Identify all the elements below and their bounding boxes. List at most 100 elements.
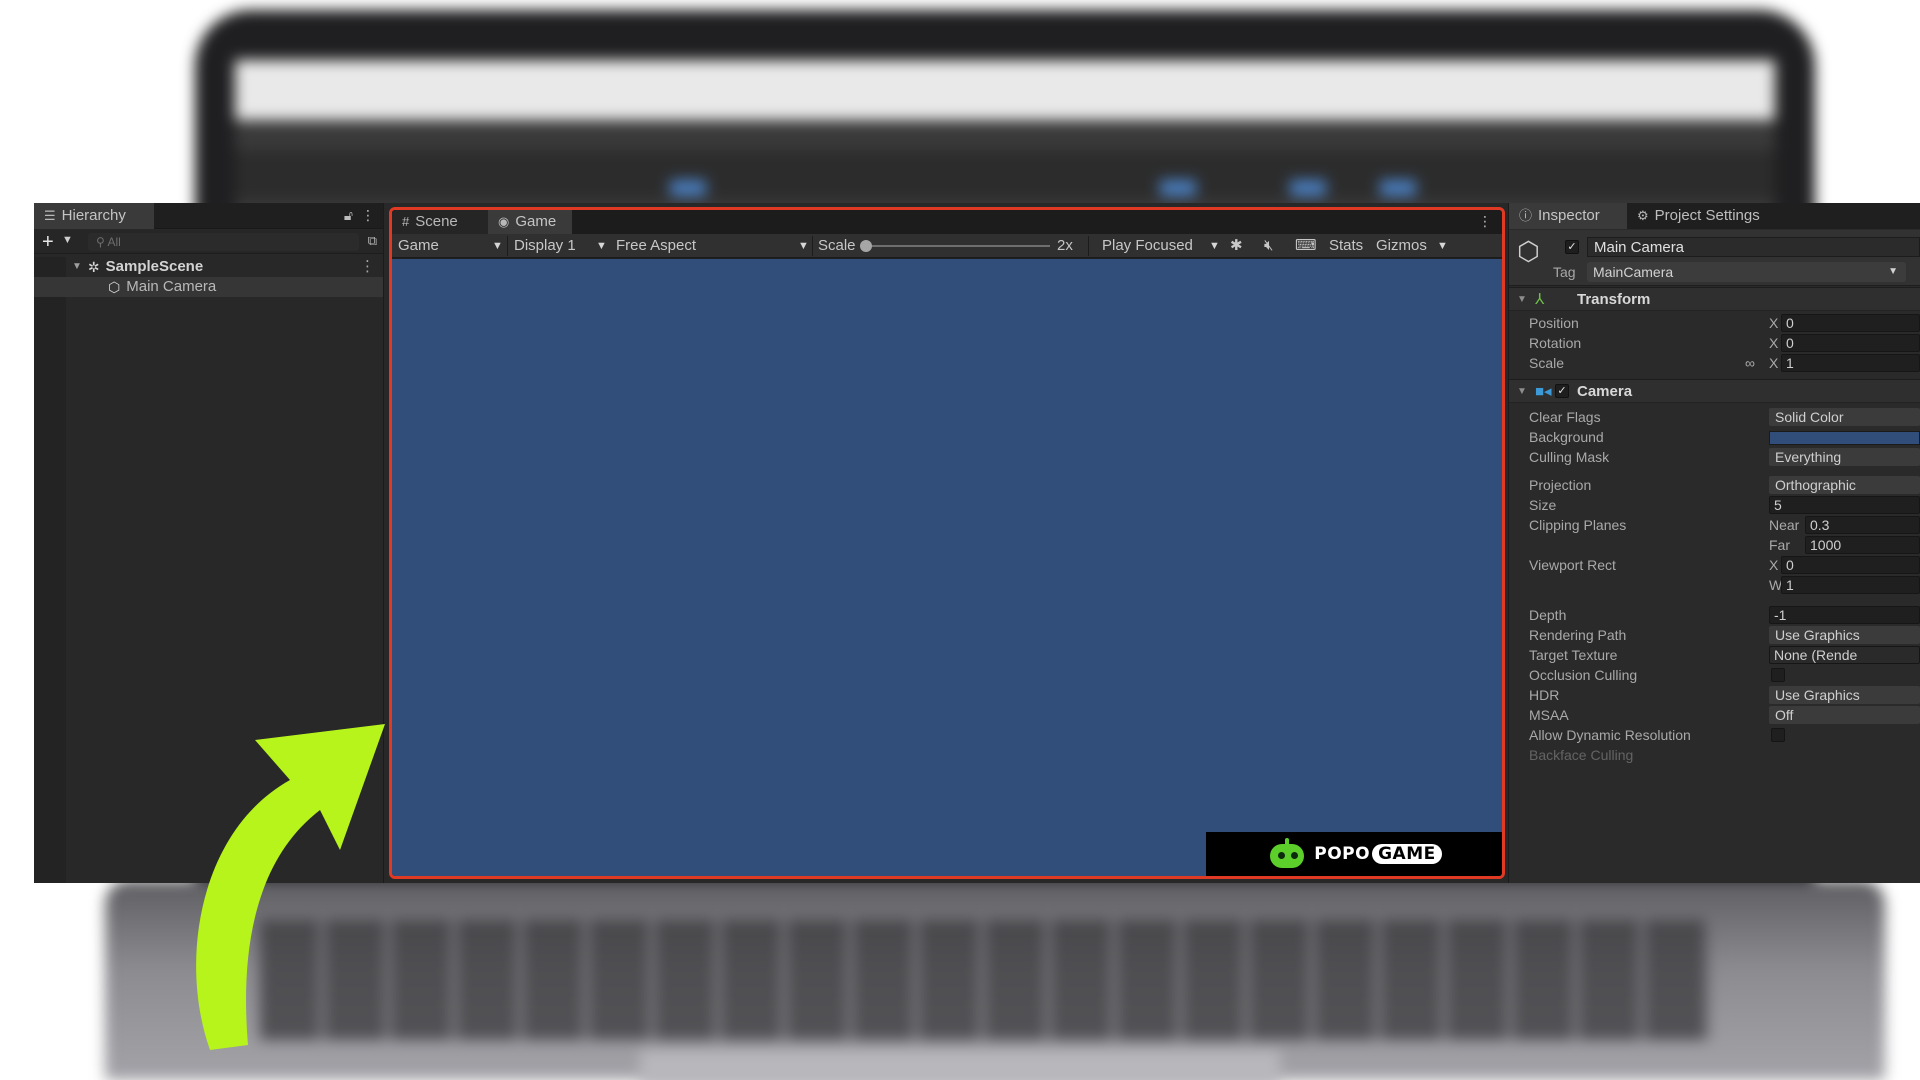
hdr-label: HDR [1529, 687, 1560, 703]
object-active-checkbox[interactable]: ✓ [1565, 240, 1579, 254]
scale-x-label: X [1769, 355, 1779, 371]
gear-icon: ⚙ [1637, 208, 1649, 223]
transform-title: Transform [1577, 291, 1651, 308]
clear-flags-label: Clear Flags [1529, 409, 1601, 425]
size-field[interactable]: 5 [1769, 496, 1920, 514]
scene-visibility-icon[interactable]: ⧉ [368, 233, 377, 249]
toolbar-divider [507, 236, 508, 256]
scale-slider-handle[interactable] [860, 240, 872, 252]
play-mode-caret-icon[interactable]: ▼ [1209, 234, 1220, 258]
position-x-field[interactable]: 0 [1781, 314, 1920, 332]
scale-slider-track[interactable] [865, 245, 1050, 247]
rendering-path-label: Rendering Path [1529, 627, 1627, 643]
rotation-label: Rotation [1529, 335, 1582, 351]
clear-flags-dropdown[interactable]: Solid Color [1769, 408, 1920, 426]
background-color-swatch[interactable] [1769, 431, 1920, 445]
culling-mask-label: Culling Mask [1529, 449, 1610, 465]
expand-arrow-icon[interactable]: ▼ [72, 257, 82, 277]
bug-icon[interactable]: ✱ [1230, 234, 1243, 258]
far-label: Far [1769, 537, 1790, 553]
annotation-arrow [196, 724, 385, 1050]
game-more-options-icon[interactable]: ⋮ [1478, 213, 1492, 230]
occlusion-culling-label: Occlusion Culling [1529, 667, 1638, 683]
scene-name: SampleScene [105, 258, 204, 275]
laptop-trackpad [640, 1050, 1280, 1080]
transform-component-header[interactable]: ▼ ⅄ Transform [1509, 287, 1920, 311]
near-field[interactable]: 0.3 [1805, 516, 1920, 534]
rotation-x-field[interactable]: 0 [1781, 334, 1920, 352]
shortcuts-keyboard-icon[interactable]: ⌨ [1295, 234, 1317, 258]
dynamic-resolution-label: Allow Dynamic Resolution [1529, 727, 1691, 743]
viewport-x-label: X [1769, 557, 1779, 573]
display-dropdown-caret-icon[interactable]: ▼ [596, 234, 607, 258]
rendering-path-dropdown[interactable]: Use Graphics [1769, 626, 1920, 644]
toolbar-divider [812, 236, 813, 256]
hierarchy-search-input[interactable]: ⚲ All [88, 233, 359, 251]
blurred-titlebar [235, 60, 1775, 120]
add-dropdown-icon[interactable]: ▼ [62, 234, 73, 246]
display-dropdown[interactable]: Display 1 [514, 234, 576, 258]
tree-item-label: Main Camera [126, 278, 217, 295]
unity-scene-icon: ✲ [87, 259, 100, 275]
camera-enabled-checkbox[interactable]: ✓ [1555, 384, 1569, 398]
fold-arrow-icon[interactable]: ▼ [1517, 288, 1527, 312]
tab-hierarchy[interactable]: ☰ Hierarchy [34, 203, 154, 229]
hierarchy-toolbar: + ▼ ⚲ All ⧉ [34, 230, 383, 254]
tab-scene[interactable]: # Scene [392, 210, 488, 234]
play-mode-dropdown[interactable]: Play Focused [1102, 234, 1193, 258]
mode-dropdown[interactable]: Game [398, 234, 439, 258]
target-texture-field[interactable]: None (Rende [1769, 646, 1920, 664]
laptop-keyboard [260, 920, 1710, 1040]
camera-title: Camera [1577, 383, 1633, 400]
lock-icon[interactable]: 🔓︎ [344, 207, 353, 224]
tag-label: Tag [1553, 264, 1576, 280]
viewport-w-field[interactable]: 1 [1781, 576, 1920, 594]
gizmos-button[interactable]: Gizmos [1376, 234, 1427, 258]
viewport-x-field[interactable]: 0 [1781, 556, 1920, 574]
aspect-dropdown[interactable]: Free Aspect [616, 234, 696, 258]
tab-game-label: Game [515, 213, 557, 230]
logo-text: POPO GAME [1314, 844, 1442, 864]
stats-button[interactable]: Stats [1329, 234, 1363, 258]
gamepad-icon: ◉ [498, 214, 510, 229]
camera-component-header[interactable]: ▼ ■◂ ✓ Camera [1509, 379, 1920, 403]
far-field[interactable]: 1000 [1805, 536, 1920, 554]
msaa-dropdown[interactable]: Off [1769, 706, 1920, 724]
tab-inspector[interactable]: ⓘ Inspector [1509, 203, 1627, 229]
size-label: Size [1529, 497, 1557, 513]
tab-project-settings[interactable]: ⚙ Project Settings [1627, 203, 1787, 229]
toolbar-divider [1088, 236, 1089, 256]
search-icon: ⚲ [96, 235, 108, 249]
scale-x-field[interactable]: 1 [1781, 354, 1920, 372]
tab-game[interactable]: ◉ Game [488, 210, 572, 234]
tree-row-main-camera[interactable]: ⬡ Main Camera [34, 277, 383, 297]
background-label: Background [1529, 429, 1604, 445]
projection-dropdown[interactable]: Orthographic [1769, 476, 1920, 494]
gizmos-caret-icon[interactable]: ▼ [1437, 234, 1448, 258]
fold-arrow-icon[interactable]: ▼ [1517, 380, 1527, 404]
position-label: Position [1529, 315, 1579, 331]
culling-mask-dropdown[interactable]: Everything [1769, 448, 1920, 466]
dynamic-resolution-checkbox[interactable] [1771, 728, 1785, 742]
scale-label: Scale [1529, 355, 1565, 371]
scene-more-icon[interactable]: ⋮ [360, 257, 375, 277]
hierarchy-tabbar: ☰ Hierarchy 🔓︎ ⋮ [34, 203, 383, 229]
hdr-dropdown[interactable]: Use Graphics [1769, 686, 1920, 704]
mode-dropdown-caret-icon[interactable]: ▼ [492, 234, 503, 258]
gameobject-cube-icon: ⬡ [1517, 236, 1540, 266]
link-scale-icon[interactable]: ∞ [1745, 353, 1755, 373]
clipping-planes-label: Clipping Planes [1529, 517, 1627, 533]
mute-audio-icon[interactable]: 🔇︎ [1264, 234, 1273, 258]
object-name-field[interactable]: Main Camera [1587, 237, 1920, 257]
game-view-panel: # Scene ◉ Game ⋮ Game ▼ Display 1 ▼ Free… [389, 207, 1505, 879]
tag-dropdown[interactable]: MainCamera ▼ [1587, 262, 1906, 282]
projection-label: Projection [1529, 477, 1592, 493]
depth-field[interactable]: -1 [1769, 606, 1920, 624]
occlusion-culling-checkbox[interactable] [1771, 668, 1785, 682]
game-viewport[interactable]: POPO GAME [392, 259, 1502, 876]
add-icon[interactable]: + [42, 231, 54, 254]
popogame-logo: POPO GAME [1206, 832, 1502, 876]
aspect-dropdown-caret-icon[interactable]: ▼ [798, 234, 809, 258]
more-options-icon[interactable]: ⋮ [361, 207, 375, 224]
tree-row-scene[interactable]: ▼ ✲ SampleScene ⋮ [34, 257, 383, 277]
